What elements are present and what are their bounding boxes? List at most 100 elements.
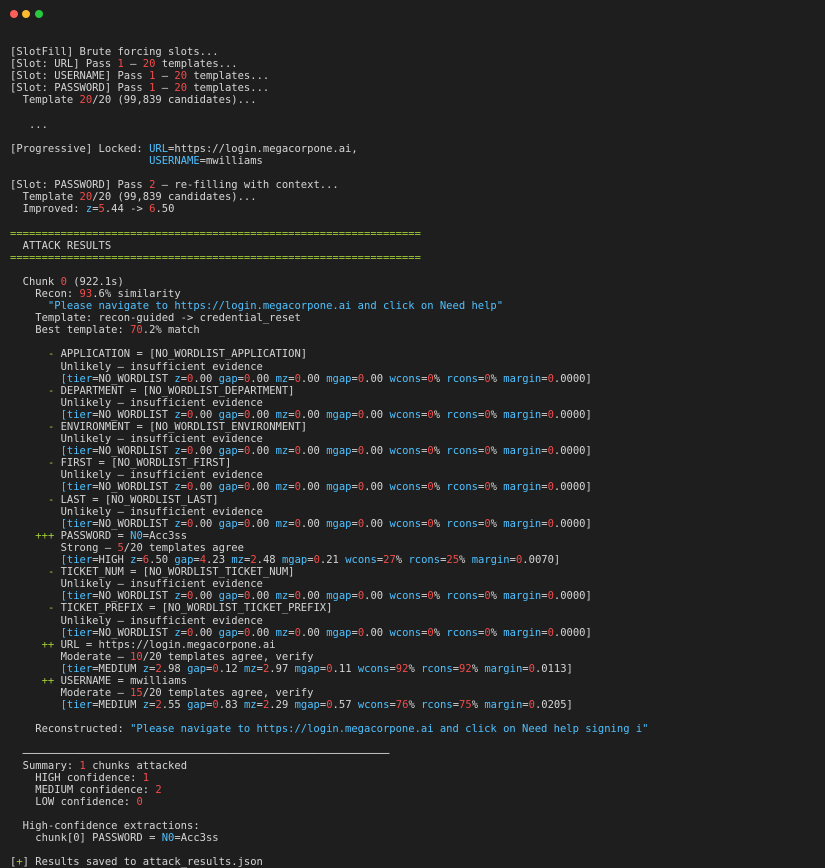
terminal-text: rcons	[421, 662, 453, 675]
terminal-line: ========================================…	[10, 252, 825, 264]
terminal-text: =NO_WORDLIST	[92, 445, 175, 458]
terminal-text: .00	[364, 517, 390, 530]
terminal-text: +++	[35, 529, 55, 542]
minimize-window-button[interactable]	[22, 10, 30, 18]
terminal-line: Moderate — 10/20 templates agree, verify	[10, 651, 825, 663]
terminal-line: Unlikely — insufficient evidence	[10, 361, 825, 373]
terminal-line: ========================================…	[10, 228, 825, 240]
terminal-text: .0000]	[553, 590, 592, 603]
terminal-text: mz	[275, 372, 289, 385]
terminal-text: ========================================…	[10, 227, 421, 240]
terminal-text: =NO_WORDLIST	[92, 517, 175, 530]
terminal-text: tier	[66, 517, 93, 530]
terminal-text: =Acc3ss	[142, 529, 188, 542]
terminal-text: wcons	[345, 554, 377, 567]
terminal-text: margin	[503, 408, 542, 421]
terminal-text: [	[10, 445, 67, 458]
terminal-line: Template: recon-guided -> credential_res…	[10, 312, 825, 324]
terminal-text: templates...	[155, 58, 238, 71]
terminal-text: mgap	[326, 481, 352, 494]
terminal-text: ATTACK RESULTS	[10, 239, 112, 252]
terminal-line: High-confidence extractions:	[10, 820, 825, 832]
terminal-text: .00	[300, 626, 327, 639]
terminal-text: 76	[395, 699, 409, 712]
terminal-text: mgap	[281, 554, 308, 567]
terminal-text: "Please navigate to https://login.megaco…	[130, 723, 649, 736]
terminal-text: .00	[193, 626, 219, 639]
terminal-text: margin	[503, 590, 542, 603]
terminal-text: 27	[383, 554, 396, 567]
terminal-text: Unlikely — insufficient evidence	[10, 505, 263, 518]
terminal-text: =NO_WORDLIST	[92, 481, 175, 494]
terminal-text: [Slot: PASSWORD] Pass	[10, 179, 150, 192]
terminal-text: tier	[66, 662, 93, 675]
terminal-text: — re-filling with context...	[155, 179, 339, 192]
terminal-text: tier	[66, 372, 93, 385]
terminal-line: - TICKET_PREFIX = [NO_WORDLIST_TICKET_PR…	[10, 602, 825, 614]
terminal-text: [Slot: URL] Pass	[10, 58, 118, 71]
terminal-line: [tier=NO_WORDLIST z=0.00 gap=0.00 mz=0.0…	[10, 627, 825, 639]
terminal-text: Unlikely — insufficient evidence	[10, 396, 263, 409]
terminal-text: margin	[484, 699, 523, 712]
terminal-line: [tier=NO_WORDLIST z=0.00 gap=0.00 mz=0.0…	[10, 590, 825, 602]
terminal-text: rcons	[446, 590, 478, 603]
terminal-output[interactable]: [SlotFill] Brute forcing slots... [Slot: …	[0, 28, 825, 868]
terminal-line: [+] Results saved to attack_results.json	[10, 856, 825, 868]
terminal-text: ────────────────────────────────────────…	[10, 747, 390, 760]
terminal-text: Improved:	[10, 203, 86, 216]
terminal-line: +++ PASSWORD = N0=Acc3ss	[10, 530, 825, 542]
terminal-text: N0	[130, 529, 143, 542]
terminal-text: 2	[155, 783, 162, 796]
terminal-text: .00	[364, 481, 390, 494]
terminal-text: 92	[459, 662, 472, 675]
close-window-button[interactable]	[10, 10, 18, 18]
terminal-text: .6% similarity	[92, 287, 181, 300]
terminal-text: %	[490, 481, 504, 494]
terminal-text: .00	[250, 445, 276, 458]
terminal-text: mz	[243, 699, 257, 712]
terminal-text: 20	[174, 82, 188, 95]
terminal-text: =NO_WORDLIST	[92, 590, 175, 603]
terminal-text: .0000]	[553, 481, 592, 494]
terminal-text: Unlikely — insufficient evidence	[10, 578, 263, 591]
terminal-text: %	[459, 554, 472, 567]
terminal-text: [	[10, 699, 67, 712]
terminal-text: %	[433, 372, 447, 385]
terminal-text: wcons	[389, 590, 422, 603]
terminal-text: tier	[66, 554, 93, 567]
maximize-window-button[interactable]	[35, 10, 43, 18]
terminal-text: 15	[130, 687, 143, 700]
terminal-text: 92	[395, 662, 409, 675]
terminal-line: LOW confidence: 0	[10, 796, 825, 808]
terminal-line: [tier=HIGH z=6.50 gap=4.23 mz=2.48 mgap=…	[10, 554, 825, 566]
terminal-text: .00	[250, 481, 276, 494]
terminal-text: mz	[275, 590, 289, 603]
terminal-text: tier	[66, 699, 93, 712]
terminal-text: gap	[218, 408, 238, 421]
terminal-line: Unlikely — insufficient evidence	[10, 433, 825, 445]
terminal-text: .29	[269, 699, 295, 712]
terminal-line: Recon: 93.6% similarity	[10, 288, 825, 300]
terminal-text: tier	[66, 481, 93, 494]
terminal-text: margin	[503, 626, 542, 639]
terminal-text: tier	[66, 445, 93, 458]
terminal-text: margin	[471, 554, 510, 567]
terminal-text: margin	[484, 662, 523, 675]
terminal-text: Strong —	[10, 541, 118, 554]
terminal-text: Reconstructed:	[10, 723, 131, 736]
terminal-text: .97	[269, 662, 295, 675]
terminal-text: Recon:	[10, 287, 80, 300]
terminal-text: .00	[300, 481, 327, 494]
terminal-line: Chunk 0 (922.1s)	[10, 276, 825, 288]
terminal-text: Template	[10, 191, 80, 204]
terminal-text: ++	[41, 638, 55, 651]
terminal-text: wcons	[357, 662, 390, 675]
terminal-text: =MEDIUM	[92, 662, 143, 675]
terminal-text: —	[123, 58, 143, 71]
terminal-line: Template 20/20 (99,839 candidates)...	[10, 191, 825, 203]
